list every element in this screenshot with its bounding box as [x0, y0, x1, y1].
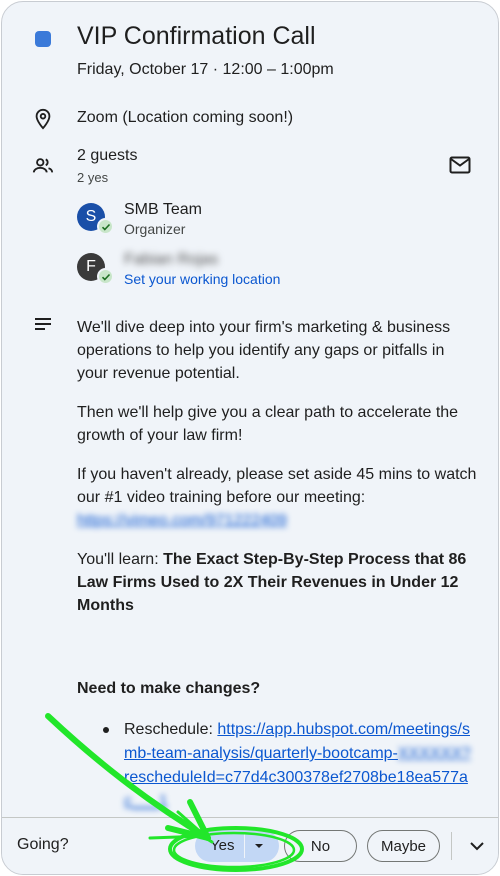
location-pin-icon: [30, 106, 56, 132]
split-divider: [244, 834, 245, 858]
rsvp-yes-button[interactable]: Yes: [195, 830, 279, 862]
changes-list: Reschedule: https://app.hubspot.com/meet…: [77, 718, 477, 814]
mail-icon[interactable]: [446, 153, 474, 177]
caret-down-icon[interactable]: [251, 838, 267, 854]
reschedule-link-tail[interactable]: c___1: [124, 793, 168, 810]
learn-prefix: You'll learn:: [77, 551, 164, 568]
event-details-card: VIP Confirmation Call Friday, October 17…: [1, 1, 499, 875]
guest-item-attendee[interactable]: F Fabian Rojas Set your working location: [77, 251, 437, 291]
guest-name-redacted: Fabian Rojas: [124, 251, 219, 268]
rsvp-maybe-button[interactable]: Maybe: [367, 830, 440, 862]
chevron-down-icon[interactable]: [466, 835, 488, 857]
description-paragraph: If you haven't already, please set aside…: [77, 463, 477, 532]
video-training-link[interactable]: https://vimeo.com/971222409: [77, 509, 287, 532]
guests-summary: 2 yes: [77, 170, 109, 185]
reschedule-label: Reschedule:: [124, 721, 218, 738]
guest-role: Organizer: [124, 221, 186, 237]
accepted-check-icon: [97, 218, 114, 235]
description-paragraph: Then we'll help give you a clear path to…: [77, 404, 459, 444]
event-title: VIP Confirmation Call: [77, 22, 316, 50]
event-location: Zoom (Location coming soon!): [77, 109, 294, 126]
guest-name: SMB Team: [124, 201, 202, 218]
changes-heading: Need to make changes?: [77, 680, 261, 697]
reschedule-link-redacted[interactable]: XXXXXX?: [398, 745, 471, 762]
bullet-dot: [103, 727, 109, 733]
rsvp-no-button[interactable]: No: [284, 830, 357, 862]
list-item: Reschedule: https://app.hubspot.com/meet…: [77, 718, 477, 814]
description-text: If you haven't already, please set aside…: [77, 466, 477, 506]
description-paragraph: You'll learn: The Exact Step-By-Step Pro…: [77, 548, 477, 617]
description-paragraph: We'll dive deep into your firm's marketi…: [77, 319, 451, 382]
event-color-swatch: [35, 31, 51, 47]
notes-icon: [30, 311, 56, 337]
event-details-scroll[interactable]: VIP Confirmation Call Friday, October 17…: [2, 2, 498, 817]
rsvp-prompt: Going?: [17, 836, 69, 853]
event-description: We'll dive deep into your firm's marketi…: [77, 316, 477, 633]
guests-count: 2 guests: [77, 147, 138, 164]
people-icon: [30, 153, 56, 179]
rsvp-bar: Going? Yes No Maybe: [2, 817, 498, 874]
rsvp-yes-label[interactable]: Yes: [210, 837, 234, 854]
accepted-check-icon: [97, 268, 114, 285]
footer-divider: [451, 832, 452, 860]
reschedule-link-part[interactable]: rescheduleId=c77d4c300378ef2708be18ea577…: [124, 769, 468, 786]
event-datetime: Friday, October 17 · 12:00 – 1:00pm: [77, 61, 334, 78]
guest-item-organizer[interactable]: S SMB Team Organizer: [77, 201, 437, 241]
set-working-location-link[interactable]: Set your working location: [124, 271, 280, 287]
